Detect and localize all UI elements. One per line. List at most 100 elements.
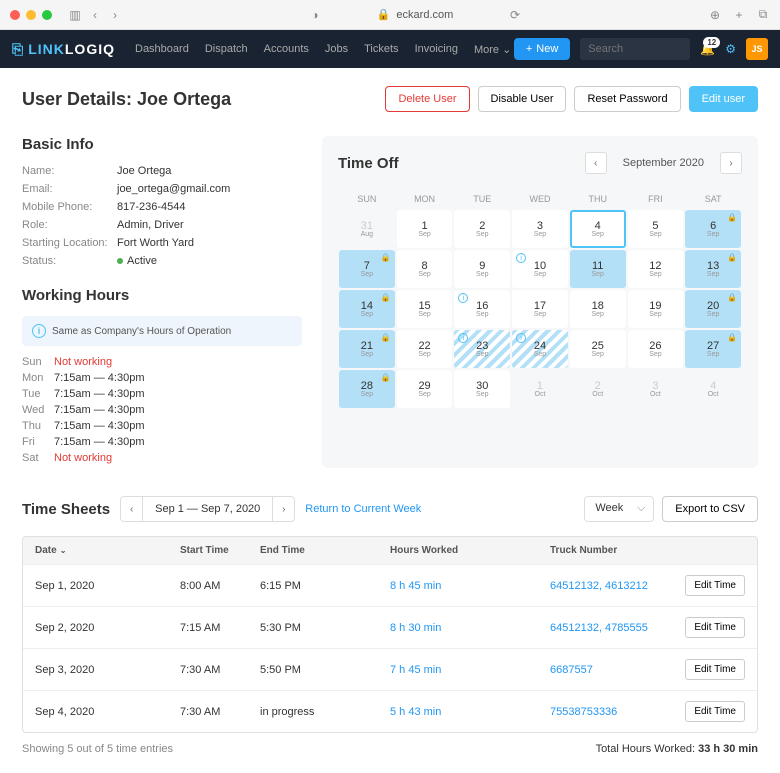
nav-item-more[interactable]: More ⌄ <box>474 43 511 56</box>
nav-item-jobs[interactable]: Jobs <box>325 43 348 56</box>
share-icon[interactable]: ⊕ <box>708 8 722 22</box>
info-label: Starting Location: <box>22 237 117 249</box>
calendar-day[interactable]: 🔒20Sep <box>685 290 741 328</box>
calendar-day[interactable]: 12Sep <box>628 250 684 288</box>
calendar-day[interactable]: 🔒21Sep <box>339 330 395 368</box>
calendar-day[interactable]: 🔒28Sep <box>339 370 395 408</box>
truck-link[interactable]: 64512132, 4785555 <box>550 622 648 634</box>
calendar-day[interactable]: 1Sep <box>397 210 453 248</box>
calendar-day[interactable]: 19Sep <box>628 290 684 328</box>
calendar-day[interactable]: 5Sep <box>628 210 684 248</box>
calendar-day[interactable]: 🔒14Sep <box>339 290 395 328</box>
calendar-day[interactable]: 8Sep <box>397 250 453 288</box>
shield-icon[interactable]: ◑ <box>308 8 322 22</box>
delete-user-button[interactable]: Delete User <box>385 86 469 112</box>
col-date[interactable]: Date⌄ <box>35 545 180 556</box>
edit-time-button[interactable]: Edit Time <box>685 617 745 638</box>
calendar-day[interactable]: 11Sep <box>570 250 626 288</box>
settings-button[interactable]: ⚙ <box>725 42 736 56</box>
col-end[interactable]: End Time <box>260 545 390 556</box>
nav-item-invoicing[interactable]: Invoicing <box>415 43 458 56</box>
info-value: Active <box>117 255 157 267</box>
new-tab-icon[interactable]: + <box>732 8 746 22</box>
edit-user-button[interactable]: Edit user <box>689 86 758 112</box>
calendar-day[interactable]: 🔒27Sep <box>685 330 741 368</box>
forward-icon[interactable]: › <box>108 8 122 22</box>
calendar-day[interactable]: 17Sep <box>512 290 568 328</box>
calendar-day[interactable]: 29Sep <box>397 370 453 408</box>
col-truck[interactable]: Truck Number <box>550 545 670 556</box>
calendar-day[interactable]: 25Sep <box>570 330 626 368</box>
hours-link[interactable]: 7 h 45 min <box>390 664 441 676</box>
nav-item-tickets[interactable]: Tickets <box>364 43 398 56</box>
url-bar[interactable]: 🔒 eckard.com <box>328 8 502 21</box>
minimize-window-icon[interactable] <box>26 10 36 20</box>
range-prev-button[interactable]: ‹ <box>121 497 143 521</box>
truck-link[interactable]: 64512132, 4613212 <box>550 580 648 592</box>
entries-count: Showing 5 out of 5 time entries <box>22 743 173 755</box>
calendar-day[interactable]: 🔒6Sep <box>685 210 741 248</box>
calendar-day[interactable]: 3Sep <box>512 210 568 248</box>
calendar-day[interactable]: 15Sep <box>397 290 453 328</box>
nav-item-accounts[interactable]: Accounts <box>264 43 309 56</box>
hours-row: SatNot working <box>22 452 302 464</box>
calendar-prev-button[interactable]: ‹ <box>585 152 607 174</box>
truck-link[interactable]: 75538753336 <box>550 706 617 718</box>
calendar-day[interactable]: i16Sep <box>454 290 510 328</box>
return-current-week-link[interactable]: Return to Current Week <box>305 503 421 515</box>
export-csv-button[interactable]: Export to CSV <box>662 496 758 522</box>
nav-item-dispatch[interactable]: Dispatch <box>205 43 248 56</box>
avatar[interactable]: JS <box>746 38 768 60</box>
view-select[interactable]: Week <box>584 496 654 522</box>
refresh-icon[interactable]: ⟳ <box>508 8 522 22</box>
calendar-day[interactable]: 9Sep <box>454 250 510 288</box>
calendar-day[interactable]: 2Sep <box>454 210 510 248</box>
maximize-window-icon[interactable] <box>42 10 52 20</box>
col-hours[interactable]: Hours Worked <box>390 545 550 556</box>
reset-password-button[interactable]: Reset Password <box>574 86 680 112</box>
logo[interactable]: ⎘ LINKLOGIQ <box>12 41 115 58</box>
disable-user-button[interactable]: Disable User <box>478 86 567 112</box>
edit-time-button[interactable]: Edit Time <box>685 701 745 722</box>
status-dot-icon <box>117 258 123 264</box>
calendar-day[interactable]: 26Sep <box>628 330 684 368</box>
calendar-day[interactable]: 18Sep <box>570 290 626 328</box>
close-window-icon[interactable] <box>10 10 20 20</box>
back-icon[interactable]: ‹ <box>88 8 102 22</box>
lock-icon: 🔒 <box>381 373 391 382</box>
calendar-day: 31Aug <box>339 210 395 248</box>
url-text: eckard.com <box>396 9 453 21</box>
col-start[interactable]: Start Time <box>180 545 260 556</box>
plus-icon: + <box>526 43 532 55</box>
calendar-day[interactable]: 22Sep <box>397 330 453 368</box>
notifications-button[interactable]: 🔔 12 <box>700 42 715 56</box>
calendar-day[interactable]: 🔒13Sep <box>685 250 741 288</box>
nav-item-dashboard[interactable]: Dashboard <box>135 43 189 56</box>
calendar-day[interactable]: 30Sep <box>454 370 510 408</box>
edit-time-button[interactable]: Edit Time <box>685 575 745 596</box>
edit-time-button[interactable]: Edit Time <box>685 659 745 680</box>
sidebar-toggle-icon[interactable]: ▥ <box>68 8 82 22</box>
calendar-day[interactable]: i10Sep <box>512 250 568 288</box>
new-button[interactable]: +New <box>514 38 570 60</box>
hours-link[interactable]: 8 h 45 min <box>390 580 441 592</box>
tabs-icon[interactable]: ⧉ <box>756 8 770 22</box>
hours-link[interactable]: 5 h 43 min <box>390 706 441 718</box>
calendar-day[interactable]: i23Sep <box>454 330 510 368</box>
calendar-day[interactable]: 4Sep <box>570 210 626 248</box>
browser-chrome: ▥ ‹ › ◑ 🔒 eckard.com ⟳ ⊕ + ⧉ <box>0 0 780 30</box>
date-range-picker[interactable]: ‹ Sep 1 — Sep 7, 2020 › <box>120 496 295 522</box>
hours-link[interactable]: 8 h 30 min <box>390 622 441 634</box>
timesheet-header-row: Date⌄ Start Time End Time Hours Worked T… <box>23 537 757 564</box>
calendar-next-button[interactable]: › <box>720 152 742 174</box>
range-next-button[interactable]: › <box>272 497 294 521</box>
calendar-day[interactable]: i24Sep <box>512 330 568 368</box>
calendar-month-label: Sep <box>591 351 603 358</box>
search-input[interactable] <box>580 38 690 60</box>
info-value: Fort Worth Yard <box>117 237 194 249</box>
truck-link[interactable]: 6687557 <box>550 664 593 676</box>
calendar-day[interactable]: 🔒7Sep <box>339 250 395 288</box>
hours-day: Sun <box>22 356 54 368</box>
info-row: Name:Joe Ortega <box>22 165 302 177</box>
hours-row: Fri7:15am — 4:30pm <box>22 436 302 448</box>
